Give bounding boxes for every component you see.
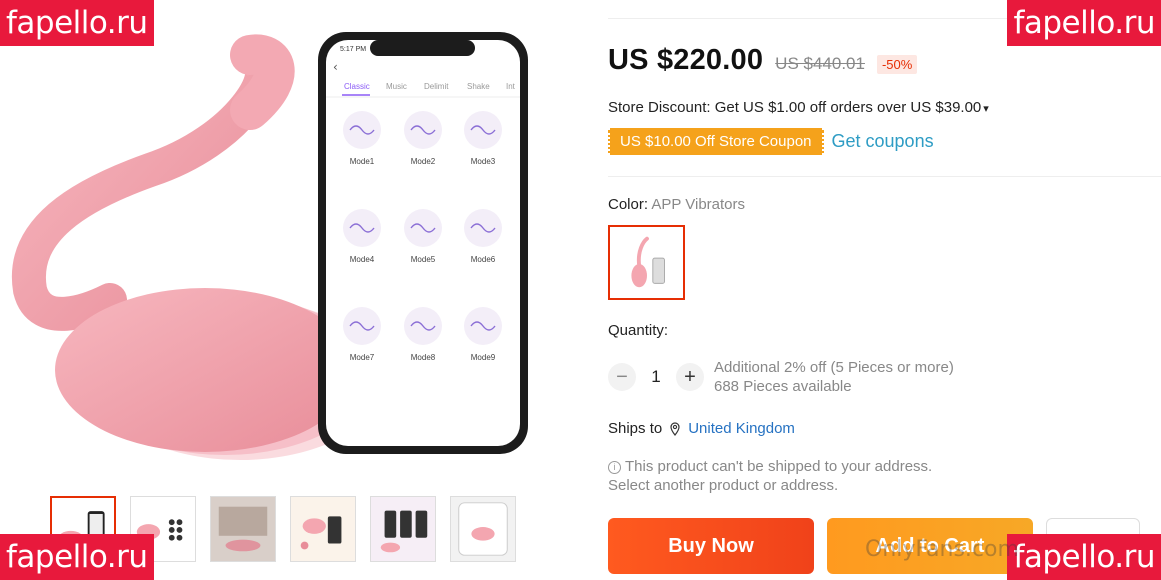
- phone-tab: Shake: [467, 82, 490, 91]
- quantity-stepper: − 1 + Additional 2% off (5 Pieces or mor…: [608, 358, 954, 396]
- store-coupon-badge: US $10.00 Off Store Coupon: [608, 128, 824, 155]
- thumbnail-5[interactable]: [370, 496, 436, 562]
- watermark-bottom-left: fapello.ru: [0, 534, 154, 580]
- price-row: US $220.00 US $440.01 -50%: [608, 44, 918, 77]
- get-coupons-link[interactable]: Get coupons: [832, 131, 934, 152]
- watermark-top-right: fapello.ru: [1007, 0, 1161, 46]
- color-value: APP Vibrators: [651, 196, 746, 213]
- notice-line-1: This product can't be shipped to your ad…: [625, 458, 933, 475]
- ships-to-country-link[interactable]: United Kingdom: [688, 420, 795, 437]
- watermark-top-left: fapello.ru: [0, 0, 154, 46]
- svg-text:‹: ‹: [333, 60, 338, 74]
- thumbnail-6[interactable]: [450, 496, 516, 562]
- original-price: US $440.01: [775, 54, 865, 73]
- mode-label: Mode2: [411, 157, 436, 166]
- overlay-watermark: OnlyFans.com: [865, 537, 1019, 562]
- phone-tab: Int: [506, 82, 516, 91]
- location-pin-icon: [670, 421, 680, 436]
- mode-label: Mode4: [350, 255, 375, 264]
- quantity-value[interactable]: 1: [636, 367, 676, 387]
- product-info-panel: US $220.00 US $440.01 -50% Store Discoun…: [608, 0, 1161, 580]
- product-gallery: 5:17 PM ‹ Classic Music Delimit Shake Int Mo…: [0, 0, 560, 580]
- mode-label: Mode7: [350, 353, 375, 362]
- mode-label: Mode9: [471, 353, 496, 362]
- main-product-image[interactable]: 5:17 PM ‹ Classic Music Delimit Shake Int Mo…: [0, 0, 560, 490]
- pieces-available-text: 688 Pieces available: [714, 378, 852, 395]
- thumbnail-4[interactable]: [290, 496, 356, 562]
- mode-label: Mode3: [471, 157, 496, 166]
- ships-to: Ships to United Kingdom: [608, 420, 795, 437]
- phone-mockup: 5:17 PM ‹ Classic Music Delimit Shake Int Mo…: [318, 32, 528, 454]
- quantity-label: Quantity:: [608, 322, 669, 339]
- quantity-decrease-button[interactable]: −: [608, 363, 636, 391]
- mode-label: Mode6: [471, 255, 496, 264]
- shipping-notice: i This product can't be shipped to your a…: [608, 457, 932, 495]
- color-label: Color: APP Vibrators: [608, 196, 745, 213]
- watermark-bottom-right: fapello.ru: [1007, 534, 1161, 580]
- phone-tab: Music: [386, 82, 407, 91]
- chevron-down-icon: ▾: [983, 103, 989, 115]
- mode-label: Mode1: [350, 157, 375, 166]
- store-discount-text: Store Discount: Get US $1.00 off orders …: [608, 99, 982, 116]
- divider: [608, 176, 1161, 177]
- color-swatch-app-vibrators[interactable]: [608, 225, 685, 300]
- store-discount[interactable]: Store Discount: Get US $1.00 off orders …: [608, 99, 989, 116]
- quantity-increase-button[interactable]: +: [676, 363, 704, 391]
- buy-now-button[interactable]: Buy Now: [608, 518, 814, 574]
- ships-to-label: Ships to: [608, 420, 663, 437]
- phone-tab: Classic: [344, 82, 370, 91]
- thumbnail-3[interactable]: [210, 496, 276, 562]
- phone-time: 5:17 PM: [340, 46, 366, 53]
- current-price: US $220.00: [608, 44, 764, 76]
- color-label-text: Color:: [608, 196, 649, 213]
- quantity-info: Additional 2% off (5 Pieces or more) 688…: [714, 358, 954, 396]
- coupon-row: US $10.00 Off Store Coupon Get coupons: [608, 128, 934, 155]
- info-icon: i: [608, 461, 621, 474]
- notice-line-2: Select another product or address.: [608, 477, 839, 494]
- phone-tab: Delimit: [424, 82, 449, 91]
- discount-badge: -50%: [876, 55, 918, 74]
- mode-label: Mode5: [411, 255, 436, 264]
- mode-label: Mode8: [411, 353, 436, 362]
- additional-discount-text: Additional 2% off (5 Pieces or more): [714, 359, 954, 376]
